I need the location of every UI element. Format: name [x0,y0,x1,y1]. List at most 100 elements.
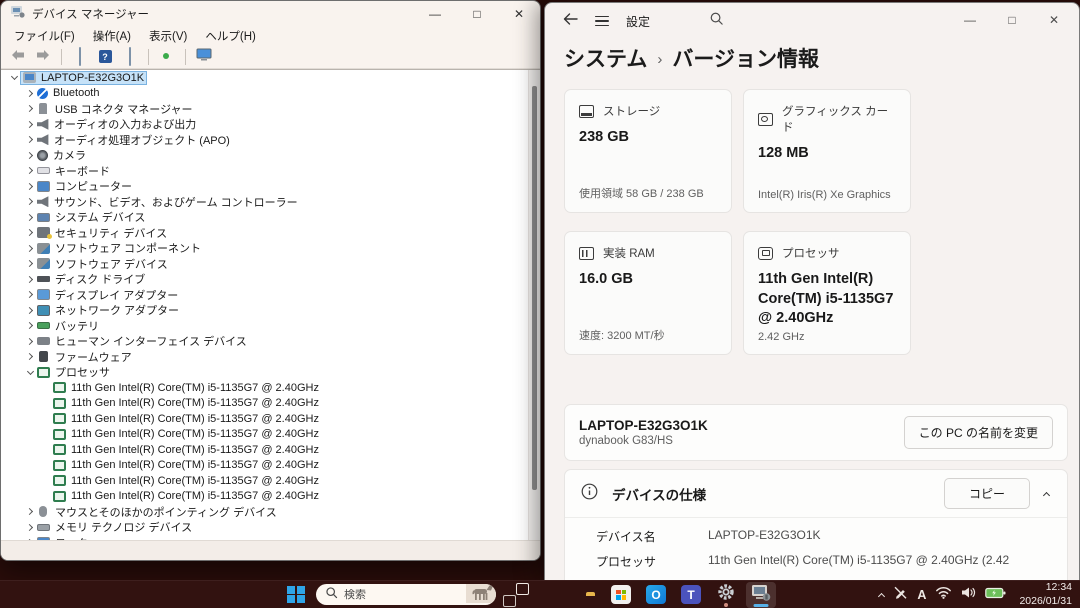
chevron-down-icon[interactable] [23,367,37,375]
chevron-right-icon[interactable] [23,260,37,268]
menu-item-1[interactable]: 操作(A) [84,26,140,46]
tree-item[interactable]: オーディオの入力および出力 [1,117,540,133]
tree-item[interactable]: 11th Gen Intel(R) Core(TM) i5-1135G7 @ 2… [1,411,540,427]
close-button[interactable]: ✕ [1033,7,1075,33]
tree-item[interactable]: コンピューター [1,179,540,195]
chevron-right-icon[interactable] [23,136,37,144]
hamburger-menu-icon[interactable] [595,15,609,27]
tray-volume-button[interactable] [961,586,976,604]
chevron-right-icon[interactable] [23,213,37,221]
back-icon[interactable] [563,12,578,30]
tree-item[interactable]: 11th Gen Intel(R) Core(TM) i5-1135G7 @ 2… [1,427,540,443]
chevron-right-icon[interactable] [23,182,37,190]
tree-item[interactable]: バッテリ [1,318,540,334]
chevron-down-icon[interactable] [7,73,21,81]
device-manager-titlebar[interactable]: デバイス マネージャー — □ ✕ [1,1,540,26]
tree-item[interactable]: ディスク ドライブ [1,272,540,288]
help-button[interactable] [95,47,115,67]
console-window-button[interactable] [70,46,90,67]
tree-item[interactable]: カメラ [1,148,540,164]
tree-item[interactable]: オーディオ処理オブジェクト (APO) [1,132,540,148]
chevron-right-icon[interactable] [23,322,37,330]
chevron-right-icon[interactable] [23,167,37,175]
scrollbar-thumb[interactable] [532,86,537,491]
settings-button[interactable] [711,582,741,608]
chevron-right-icon[interactable] [23,198,37,206]
chevron-right-icon[interactable] [23,275,37,283]
chevron-right-icon[interactable] [23,523,37,531]
minimize-button[interactable]: — [414,1,456,26]
device-manager-button[interactable] [746,581,776,608]
selected-tree-item[interactable]: LAPTOP-E32G3O1K [19,70,148,85]
maximize-button[interactable]: □ [991,7,1033,33]
chevron-right-icon[interactable] [23,337,37,345]
search-highlight-image[interactable] [466,584,496,605]
tray-wifi-button[interactable] [935,586,952,604]
search-icon[interactable] [709,11,724,31]
tree-item[interactable]: ファームウェア [1,349,540,365]
tree-item[interactable]: 11th Gen Intel(R) Core(TM) i5-1135G7 @ 2… [1,380,540,396]
tray-ime-button[interactable]: A [917,588,926,602]
tray-battery-button[interactable] [985,586,1006,604]
maximize-button[interactable]: □ [456,1,498,26]
chevron-right-icon[interactable] [23,151,37,159]
tray-expand-button[interactable] [878,586,886,604]
minimize-button[interactable]: — [949,7,991,33]
chevron-right-icon[interactable] [23,120,37,128]
properties-button[interactable] [120,46,140,67]
chevron-right-icon[interactable] [23,89,37,97]
tree-item[interactable]: 11th Gen Intel(R) Core(TM) i5-1135G7 @ 2… [1,489,540,505]
chevron-right-icon[interactable] [23,353,37,361]
tree-item[interactable]: 11th Gen Intel(R) Core(TM) i5-1135G7 @ 2… [1,473,540,489]
teams-button[interactable] [676,582,706,608]
tree-item[interactable]: サウンド、ビデオ、およびゲーム コントローラー [1,194,540,210]
tree-item[interactable]: ソフトウェア コンポーネント [1,241,540,257]
chevron-right-icon[interactable] [23,244,37,252]
tree-item[interactable]: 11th Gen Intel(R) Core(TM) i5-1135G7 @ 2… [1,442,540,458]
tree-item[interactable]: ディスプレイ アダプター [1,287,540,303]
tree-item[interactable]: マウスとそのほかのポインティング デバイス [1,504,540,520]
task-view-button[interactable] [501,582,531,608]
tree-item[interactable]: キーボード [1,163,540,179]
chevron-right-icon[interactable] [23,508,37,516]
tree-item[interactable]: 11th Gen Intel(R) Core(TM) i5-1135G7 @ 2… [1,458,540,474]
scan-hardware-button[interactable] [157,47,177,67]
tree-item[interactable]: USB コネクタ マネージャー [1,101,540,117]
menu-item-3[interactable]: ヘルプ(H) [196,26,264,46]
rename-pc-button[interactable]: この PC の名前を変更 [903,416,1053,449]
tree-item[interactable]: ヒューマン インターフェイス デバイス [1,334,540,350]
tree-item[interactable]: セキュリティ デバイス [1,225,540,241]
chevron-right-icon[interactable] [23,229,37,237]
tray-pen-button[interactable] [893,585,908,605]
copy-button[interactable]: コピー [943,478,1030,509]
tree-item[interactable]: Bluetooth [1,86,540,102]
tree-item[interactable]: 11th Gen Intel(R) Core(TM) i5-1135G7 @ 2… [1,396,540,412]
collapse-chevron-icon[interactable] [1042,491,1051,499]
menu-item-2[interactable]: 表示(V) [140,26,196,46]
tree-item[interactable]: メモリ テクノロジ デバイス [1,520,540,536]
outlook-button[interactable] [641,582,671,608]
tree-item[interactable]: ネットワーク アダプター [1,303,540,319]
tree-item[interactable]: システム デバイス [1,210,540,226]
remote-monitor-button[interactable] [194,47,214,67]
forward-button[interactable] [33,47,53,67]
taskbar-search-box[interactable] [316,584,496,605]
chevron-right-icon[interactable] [23,291,37,299]
back-button[interactable] [8,47,28,67]
store-button[interactable] [606,582,636,608]
search-input[interactable] [344,588,436,601]
start-button[interactable] [281,582,311,608]
tree-item[interactable]: プロセッサ [1,365,540,381]
spec-rows: デバイス名 LAPTOP-E32G3O1K プロセッサ 11th Gen Intel(… [565,518,1067,570]
tree-scrollbar[interactable] [528,70,540,540]
breadcrumb-parent[interactable]: システム [564,43,647,73]
chevron-right-icon[interactable] [23,306,37,314]
tree-item[interactable]: ソフトウェア デバイス [1,256,540,272]
taskbar-clock[interactable]: 12:34 2026/01/31 [1019,581,1072,608]
chevron-right-icon[interactable] [23,105,37,113]
menu-item-0[interactable]: ファイル(F) [5,26,84,46]
tree-item[interactable]: LAPTOP-E32G3O1K [1,70,540,86]
file-explorer-button[interactable] [571,582,601,608]
edge-button[interactable] [536,582,566,608]
close-button[interactable]: ✕ [498,1,540,26]
